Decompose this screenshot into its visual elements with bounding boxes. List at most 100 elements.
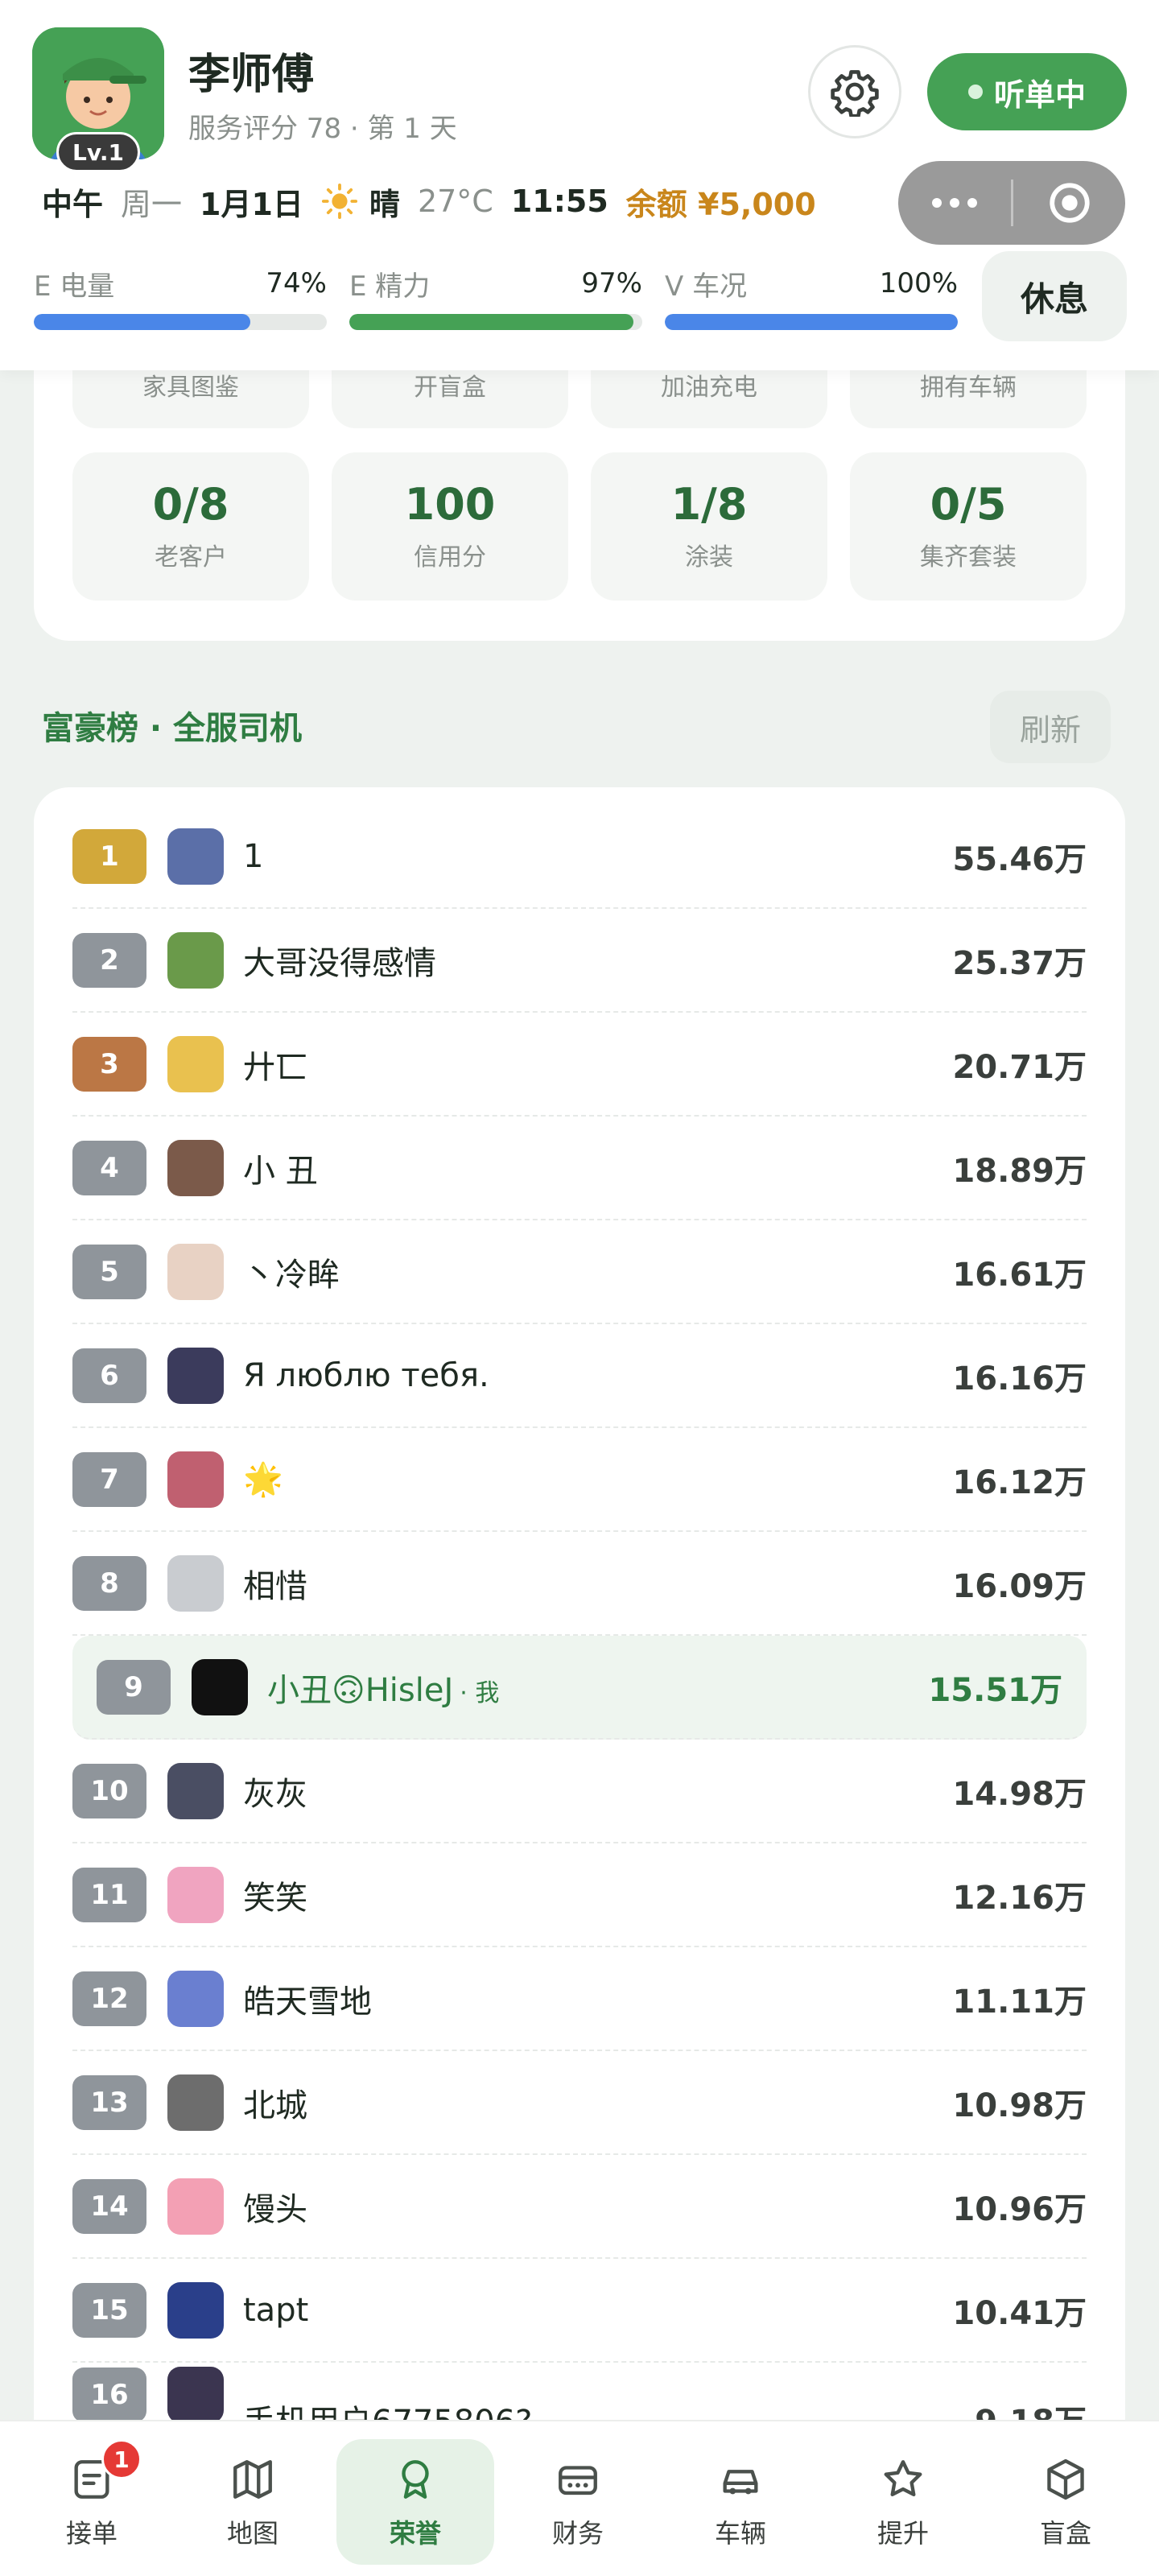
listening-status-label: 听单中 — [993, 76, 1086, 113]
ranking-row[interactable]: 11 笑笑 12.16万 — [72, 1843, 1087, 1947]
user-avatar[interactable] — [167, 2074, 224, 2131]
notification-badge: 1 — [101, 2439, 142, 2479]
close-program-button[interactable] — [1013, 161, 1125, 245]
user-avatar[interactable] — [167, 1347, 224, 1404]
nav-item-map[interactable]: 地图 — [174, 2439, 332, 2565]
tile-label: 涂装 — [685, 543, 733, 572]
ranking-row[interactable]: 7 🌟 16.12万 — [72, 1428, 1087, 1532]
ranking-row-me[interactable]: 9 小丑🙃HisleJ · 我 15.51万 — [72, 1636, 1087, 1740]
rank-number-badge: 11 — [72, 1867, 146, 1922]
bottom-nav: 1 接单 地图 荣誉 财务 车辆 提升 盲盒 — [0, 2420, 1159, 2576]
rank-number-badge: 5 — [72, 1244, 146, 1299]
user-name: 小丑🙃HisleJ · 我 — [267, 1664, 928, 1711]
user-avatar[interactable] — [167, 1762, 224, 1819]
date: 1月1日 — [200, 186, 303, 222]
ranking-row[interactable]: 1 1 55.46万 — [72, 805, 1087, 909]
nav-item-honor[interactable]: 荣誉 — [336, 2439, 494, 2565]
user-name-text: 北城 — [243, 2087, 307, 2124]
wealth-amount: 10.96万 — [952, 2190, 1087, 2228]
wealth-amount: 25.37万 — [952, 944, 1087, 982]
nav-label: 盲盒 — [1039, 2518, 1091, 2549]
ranking-row[interactable]: 13 北城 10.98万 — [72, 2051, 1087, 2155]
refresh-button[interactable]: 刷新 — [990, 691, 1111, 763]
user-avatar[interactable] — [167, 931, 224, 989]
more-dots-icon — [932, 198, 942, 208]
user-name-text: 小丑🙃HisleJ — [267, 1671, 454, 1709]
ranking-card: 1 1 55.46万 2 大哥没得感情 25.37万 3 廾匸 20.71万 4 小 丑 18.89万… — [34, 787, 1125, 2462]
more-options-button[interactable] — [898, 161, 1011, 245]
user-avatar[interactable] — [167, 1243, 224, 1300]
rank-number-badge: 13 — [72, 2074, 146, 2130]
user-avatar[interactable] — [167, 2178, 224, 2235]
ranking-row[interactable]: 2 大哥没得感情 25.37万 — [72, 909, 1087, 1013]
app-page: Lv.1 李师傅 服务评分 78 · 第 1 天 听单中 中午 周一 1月1日 — [0, 0, 1159, 2576]
ranking-row[interactable]: 5 丶冷眸 16.61万 — [72, 1220, 1087, 1324]
ranking-row[interactable]: 15 tapt 10.41万 — [72, 2259, 1087, 2363]
tile-old-customers[interactable]: 0/8 老客户 — [72, 452, 309, 601]
weekday: 周一 — [121, 186, 183, 222]
nav-label: 荣誉 — [389, 2518, 441, 2549]
ranking-row[interactable]: 12 皓天雪地 11.11万 — [72, 1947, 1087, 2051]
tile-label: 加油充电 — [661, 374, 757, 402]
wealth-amount: 16.16万 — [952, 1360, 1087, 1397]
user-avatar[interactable] — [167, 1451, 224, 1508]
stat-label: E 电量 — [34, 270, 115, 303]
tile-credit-score[interactable]: 100 信用分 — [332, 452, 568, 601]
map-icon — [227, 2454, 278, 2505]
user-name-text: 1 — [243, 837, 264, 875]
ranking-row[interactable]: 3 廾匸 20.71万 — [72, 1013, 1087, 1117]
me-tag: · 我 — [460, 1678, 500, 1707]
user-avatar[interactable] — [192, 1658, 248, 1715]
user-avatar[interactable] — [167, 1970, 224, 2027]
progress-track — [665, 314, 958, 330]
nav-label: 接单 — [65, 2518, 118, 2549]
wealth-amount: 10.98万 — [952, 2087, 1087, 2124]
nav-item-upgrade[interactable]: 提升 — [824, 2439, 982, 2565]
tile-label: 家具图鉴 — [142, 374, 239, 402]
user-name: 皓天雪地 — [243, 1975, 952, 2022]
ranking-row[interactable]: 16手机用户6775806?9.18万 — [72, 2363, 1087, 2441]
user-name-text: 灰灰 — [243, 1775, 307, 1813]
nav-item-finance[interactable]: 财务 — [499, 2439, 657, 2565]
nav-item-vehicles[interactable]: 车辆 — [662, 2439, 819, 2565]
user-name: 廾匸 — [243, 1041, 952, 1088]
rank-number-badge: 10 — [72, 1763, 146, 1818]
stat-percent: 100% — [879, 267, 958, 299]
ranking-title: 富豪榜 · 全服司机 — [42, 710, 303, 747]
user-avatar[interactable] — [167, 1554, 224, 1612]
driver-name: 李师傅 — [188, 51, 315, 99]
ranking-row[interactable]: 10 灰灰 14.98万 — [72, 1740, 1087, 1843]
rank-number-badge: 6 — [72, 1348, 146, 1403]
user-name: 🌟 — [243, 1460, 952, 1498]
user-name: tapt — [243, 2292, 952, 2329]
tile-value: 0/8 — [152, 479, 229, 530]
rest-button[interactable]: 休息 — [982, 251, 1127, 341]
wealth-amount: 18.89万 — [952, 1152, 1087, 1190]
user-name: 大哥没得感情 — [243, 937, 952, 984]
sun-icon — [321, 183, 358, 220]
rank-number-badge: 12 — [72, 1971, 146, 2026]
user-avatar[interactable] — [167, 2367, 224, 2423]
user-avatar[interactable] — [167, 828, 224, 885]
car-icon — [715, 2454, 766, 2505]
ranking-row[interactable]: 4 小 丑 18.89万 — [72, 1117, 1087, 1220]
rank-number-badge: 1 — [72, 828, 146, 884]
listening-status-button[interactable]: 听单中 — [927, 53, 1127, 130]
tile-collect-sets[interactable]: 0/5 集齐套装 — [850, 452, 1087, 601]
settings-button[interactable] — [808, 45, 901, 138]
box-icon — [1040, 2454, 1091, 2505]
user-avatar[interactable] — [167, 2281, 224, 2339]
user-avatar[interactable] — [167, 1866, 224, 1923]
stat-vehicle-condition: V 车况 100% — [665, 264, 958, 330]
rank-number-badge: 15 — [72, 2282, 146, 2338]
ranking-row[interactable]: 14 馒头 10.96万 — [72, 2155, 1087, 2259]
nav-item-orders[interactable]: 1 接单 — [13, 2439, 171, 2565]
nav-item-blind-box[interactable]: 盲盒 — [987, 2439, 1145, 2565]
user-avatar[interactable] — [167, 1035, 224, 1092]
ranking-row[interactable]: 6 Я люблю тебя. 16.16万 — [72, 1324, 1087, 1428]
ranking-row[interactable]: 8 相惜 16.09万 — [72, 1532, 1087, 1636]
more-dots-icon — [967, 198, 977, 208]
tile-paint[interactable]: 1/8 涂装 — [591, 452, 827, 601]
user-avatar[interactable] — [167, 1139, 224, 1196]
stat-percent: 97% — [581, 267, 642, 299]
